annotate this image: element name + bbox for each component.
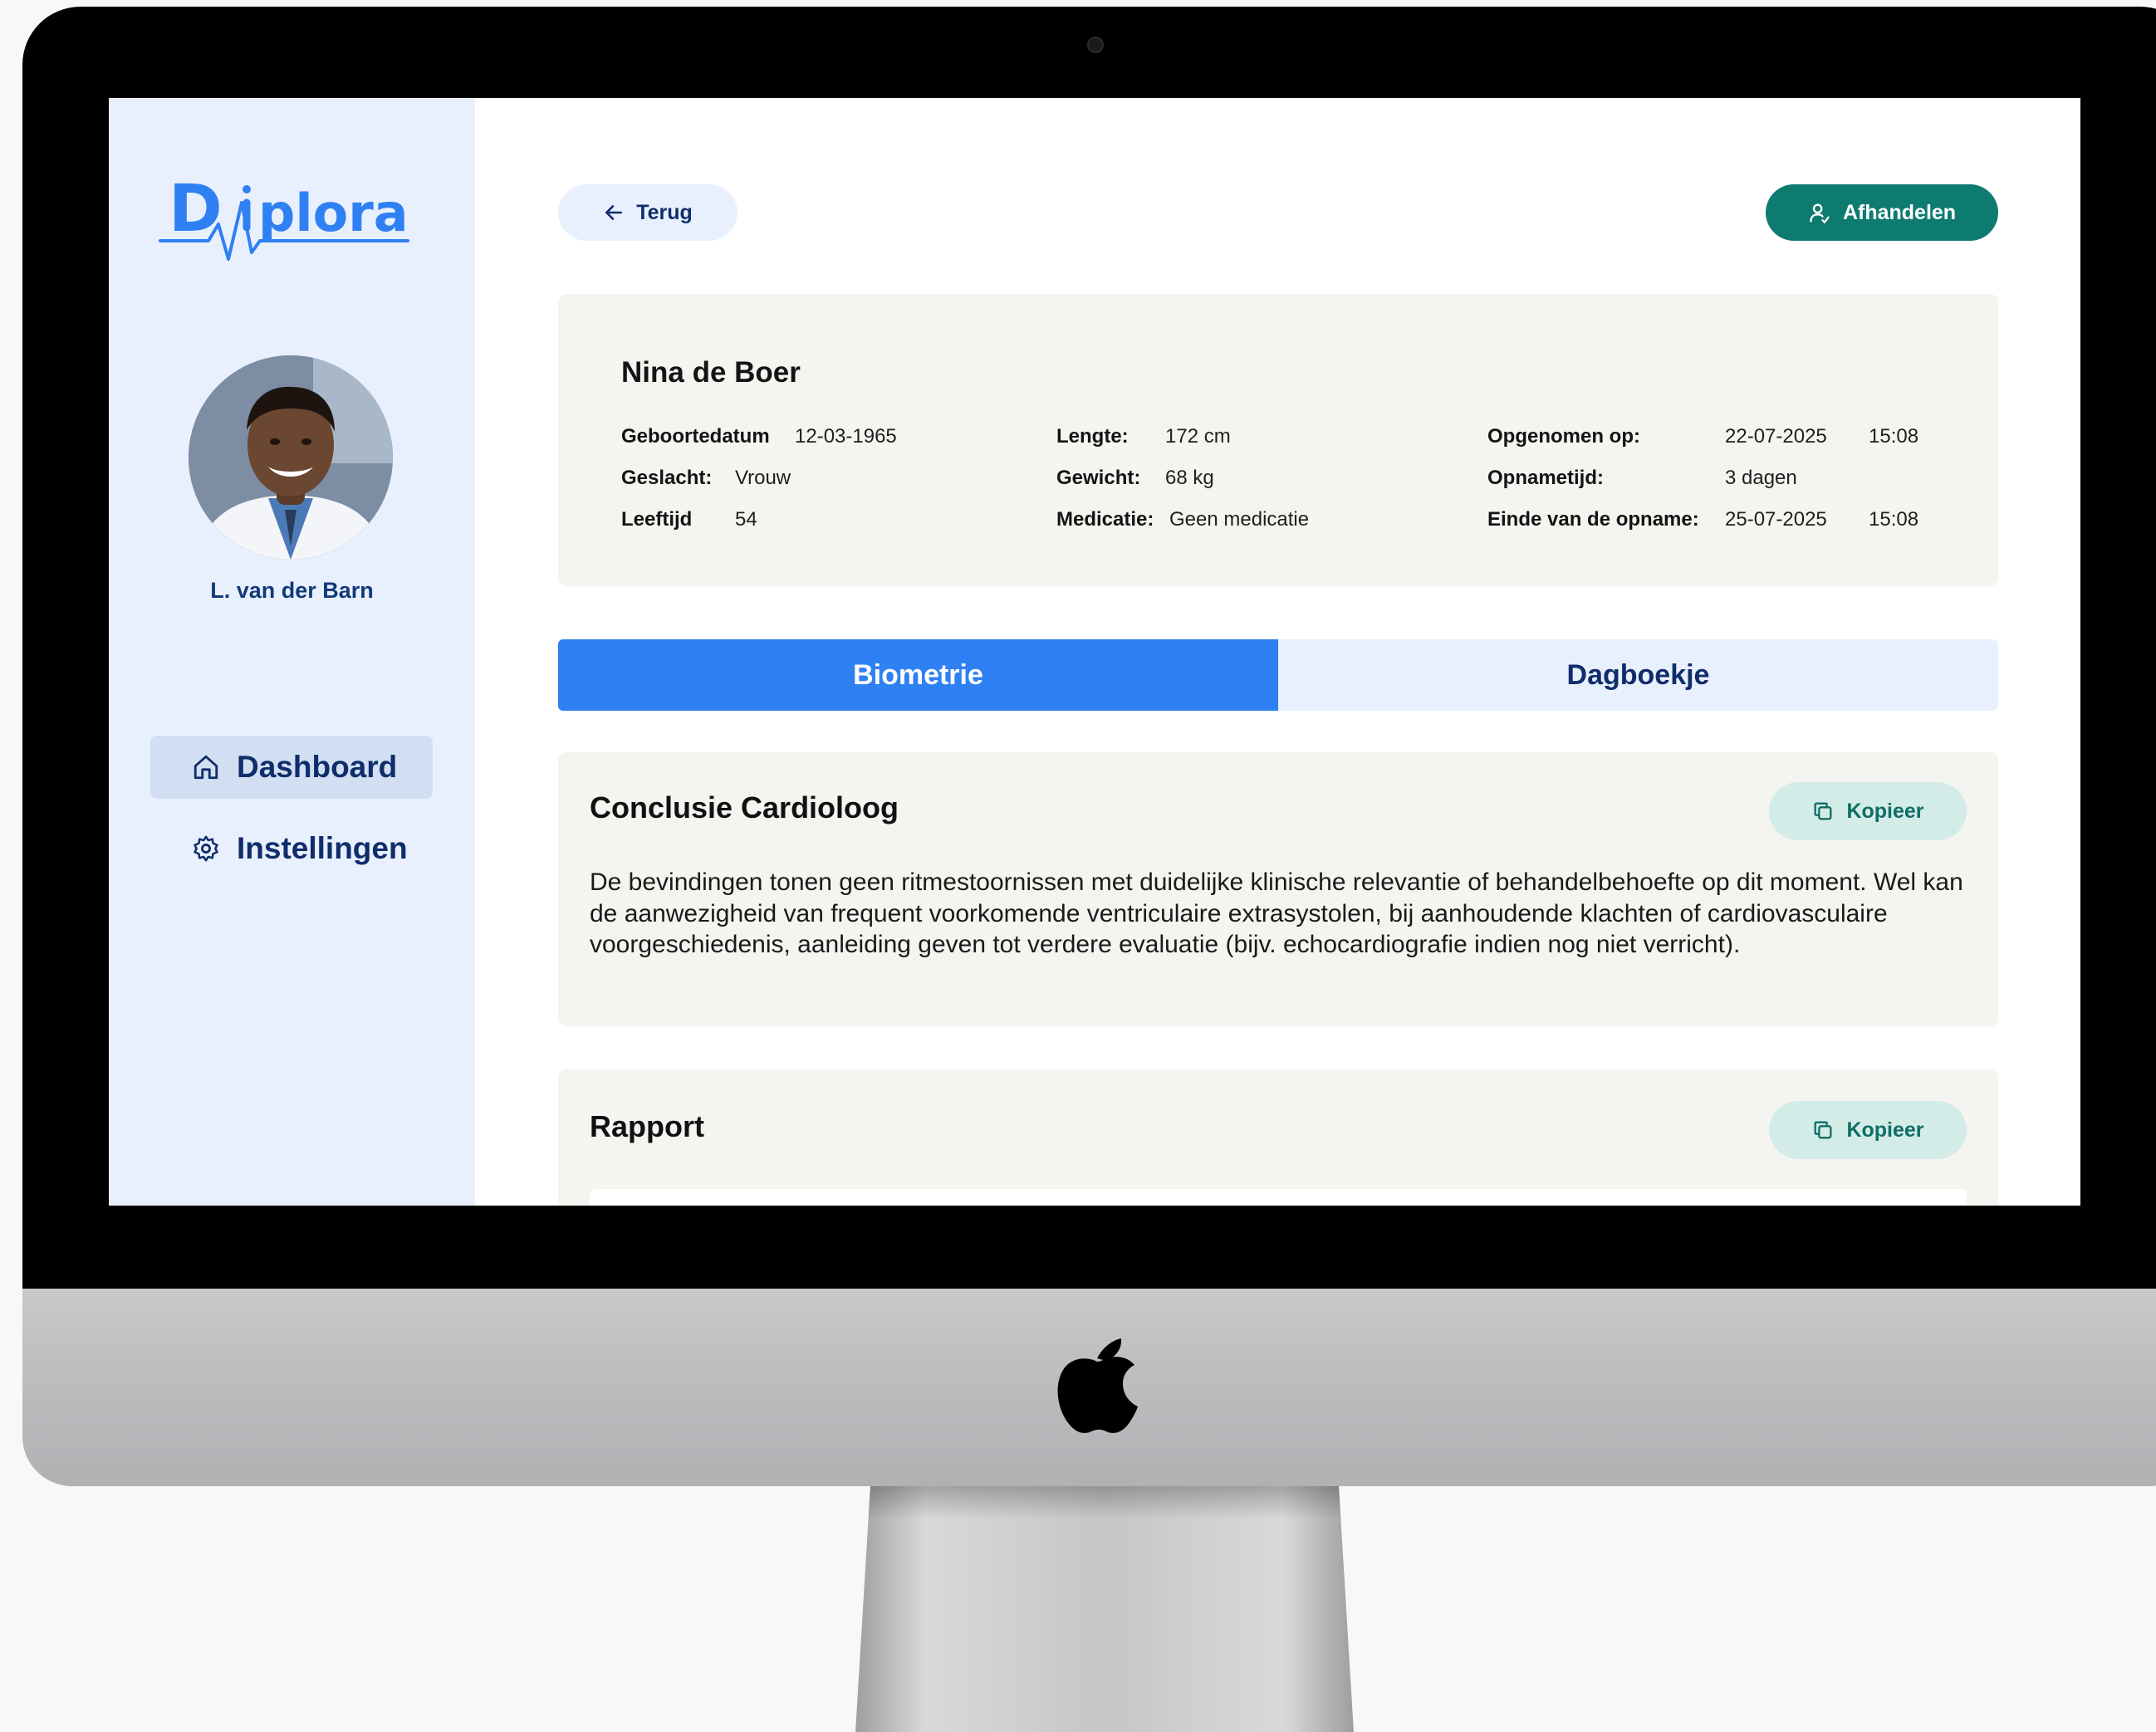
field-gender: Geslacht:: [621, 467, 713, 489]
copy-conclusion-button[interactable]: Kopieer: [1769, 782, 1967, 840]
value-age: 54: [735, 508, 757, 531]
patient-name: Nina de Boer: [621, 356, 801, 389]
svg-text:D: D: [169, 173, 223, 247]
field-weight: Gewicht:: [1056, 467, 1141, 489]
apple-logo-icon: [1057, 1338, 1138, 1433]
arrow-left-icon: [605, 205, 623, 220]
avatar: [189, 355, 393, 560]
tab-bar: Biometrie Dagboekje: [558, 639, 1998, 711]
diplora-logo: D plora: [159, 173, 409, 261]
conclusion-title: Conclusie Cardioloog: [590, 790, 899, 824]
copy-report-button[interactable]: Kopieer: [1769, 1101, 1967, 1159]
monitor-stand: [855, 1486, 1354, 1732]
field-admitted: Opgenomen op:: [1487, 425, 1640, 448]
value-end-date: 25-07-2025: [1725, 508, 1827, 531]
field-height: Lengte:: [1056, 425, 1129, 448]
value-medication: Geen medicatie: [1169, 508, 1310, 531]
sidebar-item-settings[interactable]: Instellingen: [150, 817, 433, 880]
stand-shadow: [868, 1486, 1341, 1519]
app-screen: D plora L. van der Barn Dashboard Instel…: [109, 98, 2080, 1206]
field-duration: Opnametijd:: [1487, 467, 1605, 489]
value-dob: 12-03-1965: [795, 425, 897, 448]
sidebar-item-label: Dashboard: [237, 750, 398, 784]
value-admitted-date: 22-07-2025: [1725, 425, 1827, 448]
copy-button-label: Kopieer: [1846, 1118, 1924, 1142]
conclusion-card: Conclusie Cardioloog Kopieer De bevindin…: [558, 752, 1998, 1026]
report-content-area: [590, 1189, 1967, 1206]
field-end: Einde van de opname:: [1487, 508, 1699, 531]
copy-icon: [1814, 802, 1832, 820]
report-card: Rapport Kopieer: [558, 1069, 1998, 1206]
sidebar-item-dashboard[interactable]: Dashboard: [150, 736, 433, 799]
webcam: [1087, 37, 1104, 53]
sidebar: D plora L. van der Barn Dashboard Instel…: [109, 98, 475, 1206]
value-gender: Vrouw: [735, 467, 791, 489]
user-name: L. van der Barn: [210, 578, 374, 603]
copy-icon: [1814, 1121, 1832, 1139]
patient-info-card: Nina de Boer Geboortedatum 12-03-1965 Ge…: [558, 294, 1998, 586]
gear-icon: [194, 835, 218, 862]
value-height: 172 cm: [1165, 425, 1231, 448]
field-age: Leeftijd: [621, 508, 693, 531]
value-admitted-time: 15:08: [1869, 425, 1919, 448]
tab-dagboekje[interactable]: Dagboekje: [1278, 639, 1998, 711]
user-icon: [1810, 203, 1830, 224]
value-end-time: 15:08: [1869, 508, 1919, 531]
copy-button-label: Kopieer: [1846, 799, 1924, 823]
field-dob: Geboortedatum: [621, 425, 770, 448]
home-icon: [194, 755, 218, 780]
finalize-button[interactable]: Afhandelen: [1766, 184, 1998, 241]
back-button[interactable]: Terug: [558, 184, 737, 241]
report-title: Rapport: [590, 1109, 704, 1143]
tab-biometrie[interactable]: Biometrie: [558, 639, 1278, 711]
svg-text:plora: plora: [258, 183, 409, 243]
sidebar-item-label: Instellingen: [237, 831, 408, 865]
value-weight: 68 kg: [1165, 467, 1214, 489]
conclusion-text: De bevindingen tonen geen ritmestoorniss…: [590, 868, 1963, 958]
back-button-label: Terug: [636, 200, 693, 224]
field-medication: Medicatie:: [1056, 508, 1154, 531]
doctor-photo: [189, 355, 393, 560]
finalize-button-label: Afhandelen: [1842, 200, 1957, 224]
value-duration: 3 dagen: [1725, 467, 1797, 489]
